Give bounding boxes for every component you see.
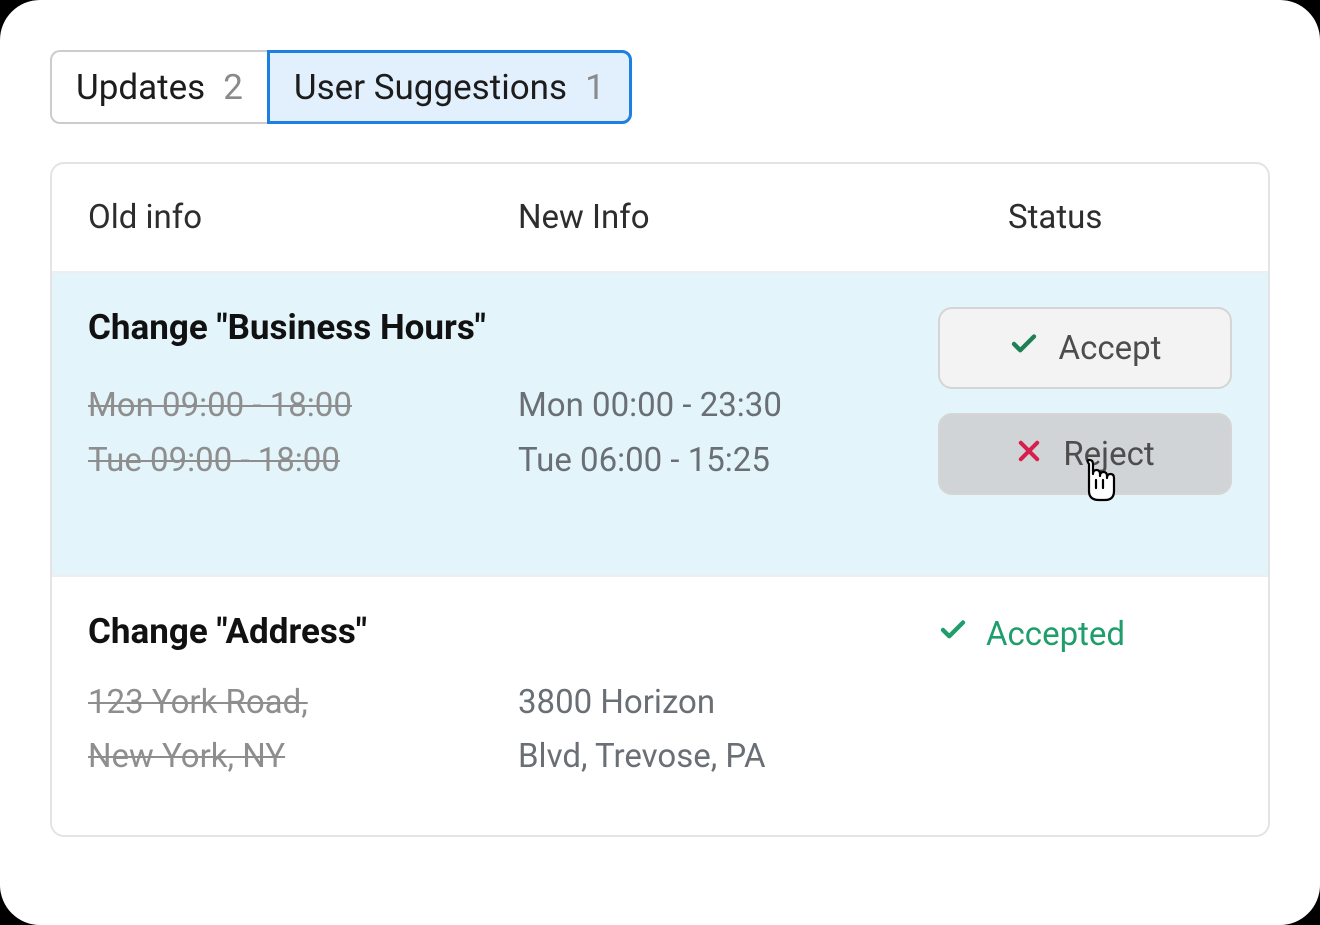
tab-label: User Suggestions xyxy=(294,67,567,108)
old-info: Mon 09:00 - 18:00 Tue 09:00 - 18:00 xyxy=(88,379,518,495)
change-title: Change "Business Hours" xyxy=(88,307,938,355)
tab-user-suggestions[interactable]: User Suggestions 1 xyxy=(267,50,632,124)
table-row: Change "Address" Accepted 123 York Road,… xyxy=(52,575,1268,835)
new-info: Mon 00:00 - 23:30 Tue 06:00 - 15:25 xyxy=(518,379,938,495)
x-icon xyxy=(1015,435,1043,474)
new-info: 3800 Horizon Blvd, Trevose, PA xyxy=(518,676,938,785)
table-header: Old info New Info Status xyxy=(52,164,1268,271)
tab-bar: Updates 2 User Suggestions 1 xyxy=(50,50,1270,124)
status-cell: Accepted xyxy=(938,611,1232,785)
old-info: 123 York Road, New York, NY xyxy=(88,676,518,785)
table-row: Change "Business Hours" Accept Reject xyxy=(52,271,1268,575)
tab-updates[interactable]: Updates 2 xyxy=(50,50,267,124)
old-line: New York, NY xyxy=(88,730,518,784)
accept-label: Accept xyxy=(1059,329,1162,368)
suggestions-panel: Old info New Info Status Change "Busines… xyxy=(50,162,1270,837)
status-accepted: Accepted xyxy=(938,611,1232,654)
card-container: Updates 2 User Suggestions 1 Old info Ne… xyxy=(0,0,1320,925)
status-label: Accepted xyxy=(986,615,1125,654)
old-line: 123 York Road, xyxy=(88,676,518,730)
reject-button[interactable]: Reject xyxy=(938,413,1232,495)
tab-count: 2 xyxy=(223,67,243,108)
col-status: Status xyxy=(938,198,1232,237)
old-line: Tue 09:00 - 18:00 xyxy=(88,434,518,488)
tab-label: Updates xyxy=(76,67,205,108)
check-icon xyxy=(1009,329,1039,368)
new-line: 3800 Horizon xyxy=(518,676,938,730)
new-line: Tue 06:00 - 15:25 xyxy=(518,434,938,488)
col-new-info: New Info xyxy=(518,198,938,237)
cursor-icon xyxy=(1078,457,1120,512)
accept-button[interactable]: Accept xyxy=(938,307,1232,389)
check-icon xyxy=(938,615,968,654)
col-old-info: Old info xyxy=(88,198,518,237)
tab-count: 1 xyxy=(585,67,605,108)
new-line: Mon 00:00 - 23:30 xyxy=(518,379,938,433)
old-line: Mon 09:00 - 18:00 xyxy=(88,379,518,433)
new-line: Blvd, Trevose, PA xyxy=(518,730,938,784)
change-title: Change "Address" xyxy=(88,611,938,652)
status-actions: Accept Reject xyxy=(938,307,1232,495)
